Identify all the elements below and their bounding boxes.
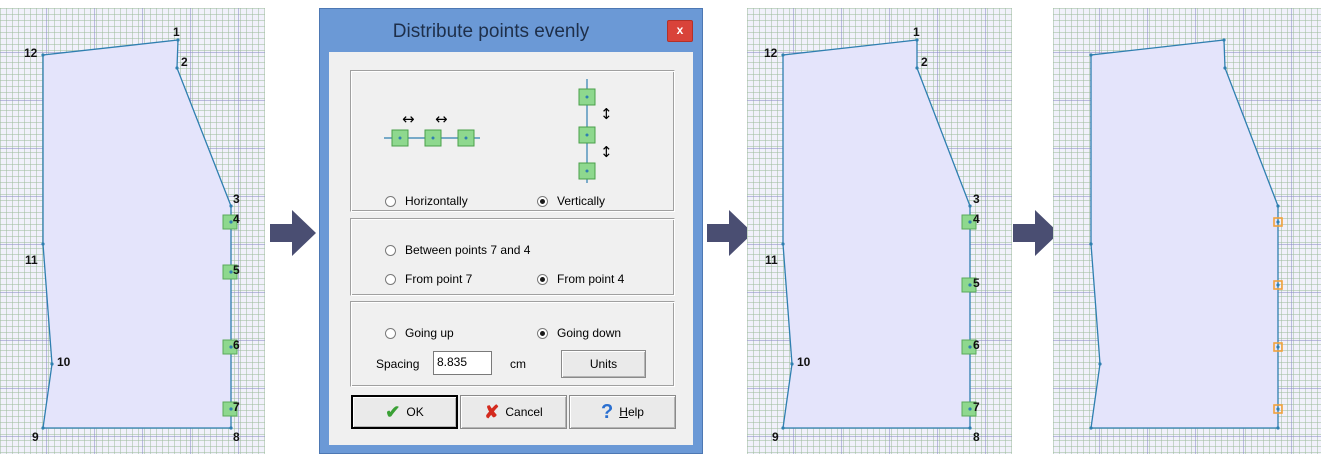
help-button-label: elp — [627, 405, 644, 419]
going-down-label: Going down — [557, 326, 622, 340]
svg-text:↕: ↕ — [600, 143, 613, 161]
help-icon: ? — [601, 401, 614, 423]
point-label: 10 — [797, 355, 811, 369]
cancel-x-icon: ✘ — [484, 402, 500, 422]
shape-before: 1 2 3 4 5 6 7 8 9 10 11 12 — [24, 25, 240, 444]
ok-button-label: OK — [406, 405, 424, 419]
radio-indicator — [537, 327, 548, 339]
spacing-unit-label: cm — [510, 357, 526, 371]
vertically-label: Vertically — [557, 194, 606, 208]
vertical-distribution-icon: ↕ ↕ — [578, 79, 613, 183]
point-label: 12 — [764, 46, 778, 60]
point-label: 4 — [233, 212, 240, 226]
ok-button[interactable]: ✔ OK — [351, 395, 458, 429]
units-button-label: Units — [589, 357, 618, 371]
from-point-4-radio[interactable]: From point 4 — [537, 272, 624, 286]
going-up-label: Going up — [405, 326, 454, 340]
going-up-radio[interactable]: Going up — [385, 326, 454, 340]
point-label: 10 — [57, 355, 71, 369]
canvas-panel-final[interactable] — [1053, 8, 1321, 454]
radio-indicator — [385, 273, 396, 285]
from-point-7-label: From point 7 — [405, 272, 473, 286]
cancel-button-label: Cancel — [505, 405, 543, 419]
svg-text:↔: ↔ — [435, 114, 448, 128]
point-label: 12 — [24, 46, 38, 60]
shape-final — [1089, 38, 1283, 430]
point-label: 9 — [772, 430, 779, 444]
svg-text:↕: ↕ — [600, 105, 613, 123]
point-label: 6 — [973, 338, 980, 352]
canvas-panel-before[interactable]: 1 2 3 4 5 6 7 8 9 10 11 12 — [0, 8, 265, 454]
dialog-title: Distribute points evenly — [392, 21, 590, 42]
radio-indicator — [385, 327, 396, 339]
point-label: 2 — [921, 55, 928, 69]
point-label: 7 — [973, 400, 980, 414]
svg-text:↔: ↔ — [402, 114, 415, 128]
spacing-label: Spacing — [376, 357, 420, 371]
help-button[interactable]: ? Help — [569, 395, 676, 429]
between-points-radio[interactable]: Between points 7 and 4 — [385, 243, 530, 257]
point-label: 8 — [973, 430, 980, 444]
point-label: 1 — [913, 25, 920, 39]
point-label: 5 — [973, 276, 980, 290]
point-label: 8 — [233, 430, 240, 444]
point-label: 4 — [973, 212, 980, 226]
point-label: 7 — [233, 400, 240, 414]
close-button[interactable]: x — [667, 20, 693, 42]
spacing-input[interactable]: 8.835 — [433, 351, 492, 375]
point-label: 2 — [181, 55, 188, 69]
horizontally-label: Horizontally — [405, 194, 468, 208]
point-label: 3 — [973, 192, 980, 206]
checkmark-icon: ✔ — [385, 402, 401, 422]
point-label: 1 — [173, 25, 180, 39]
shape-after-labeled: 1 2 3 4 5 6 7 8 9 10 11 12 — [764, 25, 980, 444]
right-arrow-icon — [270, 210, 316, 256]
title-bar[interactable]: Distribute points evenly x — [320, 9, 702, 53]
point-label: 9 — [32, 430, 39, 444]
radio-indicator — [537, 195, 548, 207]
cancel-button[interactable]: ✘ Cancel — [460, 395, 567, 429]
from-point-4-label: From point 4 — [557, 272, 625, 286]
horizontally-radio[interactable]: Horizontally — [385, 194, 468, 208]
point-label: 6 — [233, 338, 240, 352]
from-point-7-radio[interactable]: From point 7 — [385, 272, 472, 286]
point-label: 5 — [233, 263, 240, 277]
horizontal-distribution-icon: ↔ ↔ — [384, 114, 480, 147]
help-button-mnemonic: H — [619, 405, 628, 419]
radio-indicator — [385, 244, 396, 256]
point-label: 11 — [765, 253, 778, 267]
point-label: 3 — [233, 192, 240, 206]
going-down-radio[interactable]: Going down — [537, 326, 621, 340]
units-button[interactable]: Units — [561, 350, 646, 378]
vertically-radio[interactable]: Vertically — [537, 194, 605, 208]
radio-indicator — [385, 195, 396, 207]
point-label: 11 — [25, 253, 38, 267]
distribute-points-dialog: Distribute points evenly x ↔ ↔ ↕ ↕ Horiz… — [319, 8, 703, 454]
canvas-panel-after-labeled[interactable]: 1 2 3 4 5 6 7 8 9 10 11 12 — [747, 8, 1012, 454]
dialog-body: ↔ ↔ ↕ ↕ Horizontally Vertically Between … — [329, 52, 693, 445]
between-points-label: Between points 7 and 4 — [405, 243, 531, 257]
radio-indicator — [537, 273, 548, 285]
